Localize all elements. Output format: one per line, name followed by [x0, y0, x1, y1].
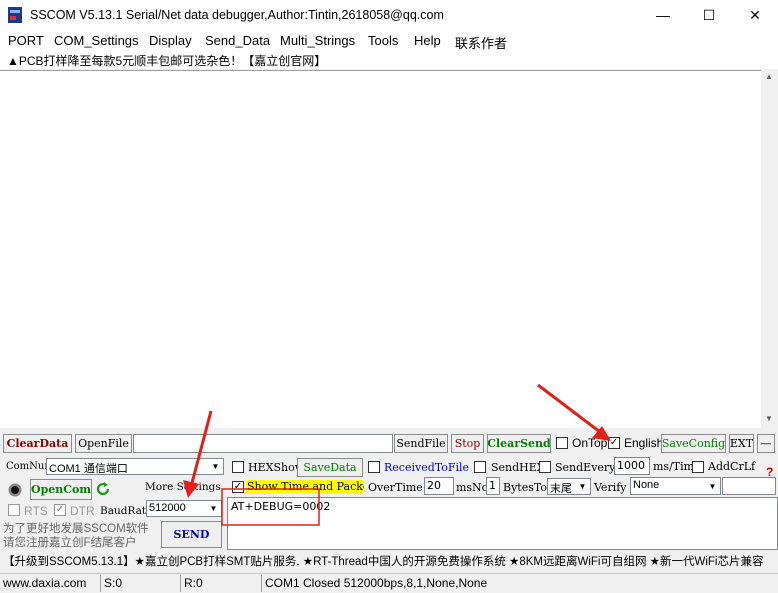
annotation-arrow-english — [537, 383, 611, 441]
annotation-box-send-text — [221, 488, 320, 526]
annotation-arrow-baud — [183, 410, 213, 498]
annotation-layer — [183, 383, 611, 526]
